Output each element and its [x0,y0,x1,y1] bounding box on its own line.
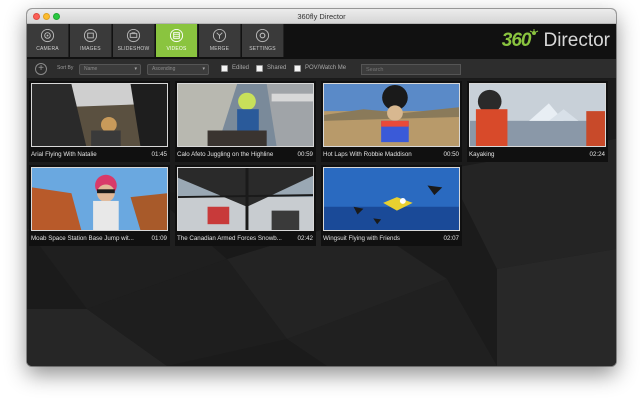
video-card[interactable]: Moab Space Station Base Jump wit... 01:0… [29,165,170,246]
aircraft-cockpit-thumbnail [178,168,313,230]
tab-label: CAMERA [36,46,59,52]
app-logo: 360 Director [502,28,610,54]
kayaking-thumbnail [470,84,605,146]
splash-icon [530,29,539,35]
video-duration: 00:59 [297,151,313,158]
tab-label: MERGE [209,46,230,52]
slideshow-icon [126,28,141,43]
pov-watch-me-label: POV/Watch Me [305,65,347,71]
wingsuit-thumbnail [324,168,459,230]
add-video-button[interactable]: + [35,63,47,75]
highline-thumbnail [178,84,313,146]
tab-videos[interactable]: VIDEOS [156,24,198,57]
video-title: The Canadian Armed Forces Snowb... [177,235,282,242]
motocross-thumbnail [324,84,459,146]
video-thumbnail [177,167,314,231]
video-grid: Arial Flying With Natalie 01:45 Calo Afe… [27,79,616,366]
shared-checkbox[interactable] [256,65,263,72]
edited-label: Edited [232,65,250,71]
base-jump-thumbnail [32,168,167,230]
window-title: 360fly Director [297,12,346,21]
video-title: Kayaking [469,151,495,158]
video-duration: 01:45 [151,151,167,158]
main-nav: CAMERA IMAGES SLIDESHOW VIDEOS MERGE SET… [27,24,616,59]
aerial-flight-thumbnail [32,84,167,146]
sort-by-value: Name [84,66,98,72]
filter-toolbar: + Sort By Name ▾ Ascending ▾ Edited Shar… [27,59,616,79]
shared-label: Shared [267,65,287,71]
minimize-window-button[interactable] [43,13,50,20]
tab-images[interactable]: IMAGES [70,24,112,57]
tab-camera[interactable]: CAMERA [27,24,69,57]
video-card[interactable]: Wingsuit Flying with Friends 02:07 [321,165,462,246]
video-card[interactable]: The Canadian Armed Forces Snowb... 02:42 [175,165,316,246]
video-thumbnail [177,83,314,147]
video-thumbnail [31,167,168,231]
title-bar: 360fly Director [27,9,616,24]
tab-settings[interactable]: SETTINGS [242,24,284,57]
video-card[interactable]: Kayaking 02:24 [467,81,608,162]
app-window: 360fly Director CAMERA IMAGES SLIDESHOW … [27,9,616,366]
sort-order-value: Ascending [152,66,176,72]
video-duration: 01:09 [151,235,167,242]
chevron-down-icon: ▾ [134,66,137,72]
video-thumbnail [323,83,460,147]
video-duration: 02:07 [443,235,459,242]
tab-label: SETTINGS [249,46,276,52]
video-icon [169,28,184,43]
sort-by-label: Sort By [57,65,74,71]
tab-merge[interactable]: MERGE [199,24,241,57]
maximize-window-button[interactable] [53,13,60,20]
video-title: Arial Flying With Natalie [31,151,97,158]
video-title: Moab Space Station Base Jump wit... [31,235,134,242]
tab-slideshow[interactable]: SLIDESHOW [113,24,155,57]
merge-icon [212,28,227,43]
sort-order-select[interactable]: Ascending ▾ [147,64,209,75]
close-window-button[interactable] [33,13,40,20]
pov-watch-me-checkbox[interactable] [294,65,301,72]
video-card[interactable]: Hot Laps With Robbie Maddison 00:50 [321,81,462,162]
image-icon [83,28,98,43]
video-duration: 00:50 [443,151,459,158]
video-thumbnail [31,83,168,147]
settings-icon [255,28,270,43]
video-title: Hot Laps With Robbie Maddison [323,151,412,158]
video-title: Wingsuit Flying with Friends [323,235,401,242]
edited-checkbox[interactable] [221,65,228,72]
chevron-down-icon: ▾ [202,66,205,72]
tab-label: IMAGES [80,46,101,52]
sort-by-select[interactable]: Name ▾ [79,64,141,75]
video-title: Calo Afeto Juggling on the Highline [177,151,274,158]
camera-icon [40,28,55,43]
video-thumbnail [469,83,606,147]
search-input[interactable] [361,64,461,75]
video-thumbnail [323,167,460,231]
logo-number: 360 [501,30,532,51]
tab-label: SLIDESHOW [117,46,150,52]
logo-word: Director [543,30,610,51]
video-card[interactable]: Calo Afeto Juggling on the Highline 00:5… [175,81,316,162]
video-duration: 02:42 [297,235,313,242]
tab-label: VIDEOS [166,46,187,52]
video-card[interactable]: Arial Flying With Natalie 01:45 [29,81,170,162]
video-duration: 02:24 [589,151,605,158]
